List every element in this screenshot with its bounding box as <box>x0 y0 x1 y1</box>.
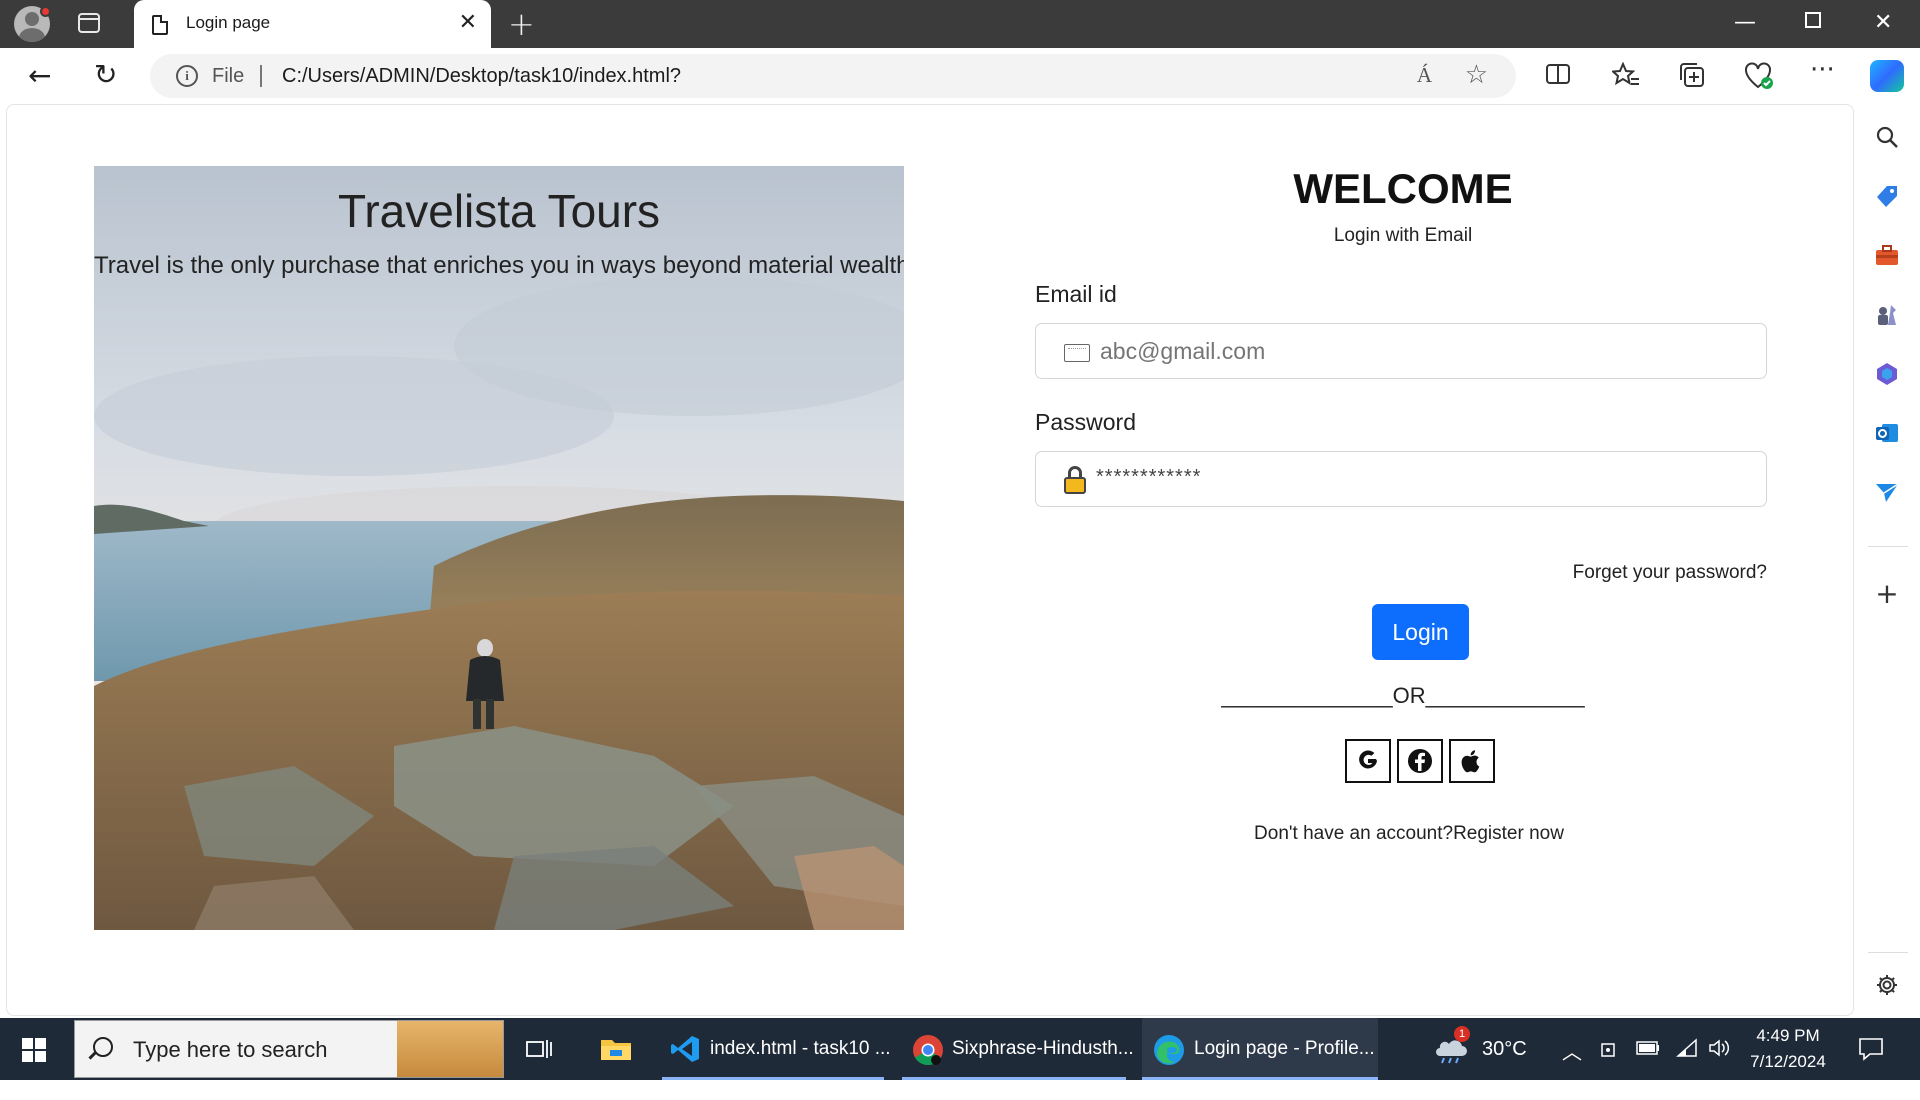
taskbar-app-label: Login page - Profile... <box>1194 1038 1375 1059</box>
register-prompt-text: Don't have an account? <box>1254 823 1454 844</box>
favorite-star-icon[interactable]: ☆ <box>1465 60 1488 90</box>
email-label: Email id <box>1035 281 1117 307</box>
google-icon <box>1359 750 1377 769</box>
tab-actions-icon[interactable] <box>78 13 100 33</box>
favorites-icon[interactable] <box>1610 61 1640 94</box>
taskbar-app-label: index.html - task10 ... <box>710 1038 891 1059</box>
page-icon <box>152 15 168 35</box>
address-separator <box>260 65 262 87</box>
web-page: Travelista Tours Travel is the only purc… <box>6 104 1854 1016</box>
clock[interactable]: 4:49 PM 7/12/2024 <box>1740 1018 1836 1080</box>
weather-icon[interactable]: 1 <box>1432 1018 1472 1080</box>
split-screen-icon[interactable] <box>1545 62 1571 92</box>
search-icon[interactable] <box>1872 122 1902 152</box>
clock-time: 4:49 PM <box>1756 1026 1820 1045</box>
clock-date: 7/12/2024 <box>1750 1052 1826 1071</box>
windows-taskbar: Type here to search index.html - task10 … <box>0 1018 1920 1080</box>
add-sidebar-app-icon[interactable]: + <box>1872 577 1902 610</box>
address-scheme: File <box>212 65 245 87</box>
send-icon[interactable] <box>1872 477 1902 507</box>
welcome-heading: WELCOME <box>1293 165 1513 212</box>
copilot-icon[interactable] <box>1870 60 1904 92</box>
restore-icon[interactable] <box>1805 12 1821 28</box>
file-explorer-icon[interactable] <box>590 1018 640 1080</box>
apple-login-button[interactable] <box>1449 739 1495 783</box>
taskbar-app-vscode[interactable]: index.html - task10 ... <box>662 1018 891 1080</box>
vscode-icon <box>671 1036 699 1062</box>
games-icon[interactable] <box>1872 300 1902 330</box>
or-divider: ______________OR_____________ <box>1221 683 1585 708</box>
tab-title: Login page <box>186 13 271 32</box>
weather-alert-badge: 1 <box>1454 1026 1470 1042</box>
sidebar-divider <box>1868 952 1908 953</box>
back-arrow-icon[interactable]: ← <box>28 62 51 90</box>
email-input[interactable] <box>1100 338 1740 365</box>
register-now-link[interactable]: Register now <box>1453 823 1564 844</box>
outlook-icon[interactable] <box>1872 418 1902 448</box>
search-highlight-image <box>397 1021 503 1077</box>
close-tab-icon[interactable]: ✕ <box>459 10 477 36</box>
google-login-button[interactable] <box>1345 739 1391 783</box>
hero-title: Travelista Tours <box>337 185 661 237</box>
hero-landscape-photo <box>94 166 904 930</box>
edge-icon <box>1154 1035 1184 1065</box>
taskbar-search-placeholder: Type here to search <box>133 1037 328 1062</box>
browser-sidebar: + <box>1856 104 1920 1016</box>
facebook-login-button[interactable] <box>1397 739 1443 783</box>
login-button[interactable]: Login <box>1372 604 1469 660</box>
password-input[interactable]: ************ <box>1096 466 1201 489</box>
microsoft-365-icon[interactable] <box>1872 359 1902 389</box>
task-view-icon[interactable] <box>520 1018 560 1080</box>
taskbar-app-chrome[interactable]: Sixphrase-Hindusth... <box>902 1018 1134 1080</box>
address-bar[interactable]: i File C:/Users/ADMIN/Desktop/task10/ind… <box>150 54 1516 98</box>
facebook-icon <box>1408 749 1432 773</box>
register-prompt: Don't have an account?Register now <box>1035 823 1783 845</box>
welcome-subheading: Login with Email <box>1333 225 1473 246</box>
profile-notification-dot <box>40 6 51 17</box>
email-field[interactable] <box>1035 323 1767 379</box>
shopping-tag-icon[interactable] <box>1872 181 1902 211</box>
read-aloud-icon[interactable]: Á <box>1417 63 1432 88</box>
tab-login-page[interactable]: Login page ✕ <box>134 0 491 48</box>
taskbar-search-box[interactable]: Type here to search <box>74 1020 504 1078</box>
password-label: Password <box>1035 409 1136 435</box>
close-window-icon[interactable]: ✕ <box>1874 8 1892 38</box>
hero-subtitle: Travel is the only purchase that enriche… <box>94 252 904 279</box>
minimize-icon[interactable]: — <box>1734 8 1756 38</box>
taskbar-app-edge[interactable]: Login page - Profile... <box>1142 1018 1378 1080</box>
mail-icon <box>1064 344 1090 362</box>
info-icon[interactable]: i <box>176 65 198 87</box>
browser-essentials-icon[interactable] <box>1744 62 1774 96</box>
browser-tab-bar: Login page ✕ + — ✕ <box>0 0 1920 48</box>
tools-icon[interactable] <box>1872 240 1902 270</box>
new-tab-icon[interactable]: + <box>508 6 535 42</box>
settings-gear-icon[interactable] <box>1872 970 1902 1000</box>
refresh-icon[interactable]: ↻ <box>94 60 117 90</box>
chrome-icon <box>913 1035 943 1066</box>
windows-start-icon[interactable] <box>22 1038 46 1062</box>
apple-icon <box>1461 750 1480 773</box>
lock-icon <box>1064 466 1086 494</box>
search-icon <box>93 1037 113 1057</box>
chevron-up-icon[interactable]: ︿ <box>1562 1036 1582 1098</box>
login-form: WELCOME Login with Email Email id Passwo… <box>1035 135 1771 935</box>
weather-temperature: 30°C <box>1482 1038 1527 1060</box>
collections-icon[interactable] <box>1678 62 1706 94</box>
hero-banner: Travelista Tours Travel is the only purc… <box>94 166 904 930</box>
sidebar-divider <box>1868 546 1908 547</box>
more-options-icon[interactable]: ··· <box>1810 56 1835 84</box>
address-url[interactable]: C:/Users/ADMIN/Desktop/task10/index.html… <box>282 65 681 88</box>
password-field[interactable]: ************ <box>1035 451 1767 507</box>
taskbar-app-label: Sixphrase-Hindusth... <box>952 1038 1134 1059</box>
forgot-password-link[interactable]: Forget your password? <box>1573 562 1767 584</box>
browser-toolbar: ← ↻ i File C:/Users/ADMIN/Desktop/task10… <box>0 48 1920 104</box>
